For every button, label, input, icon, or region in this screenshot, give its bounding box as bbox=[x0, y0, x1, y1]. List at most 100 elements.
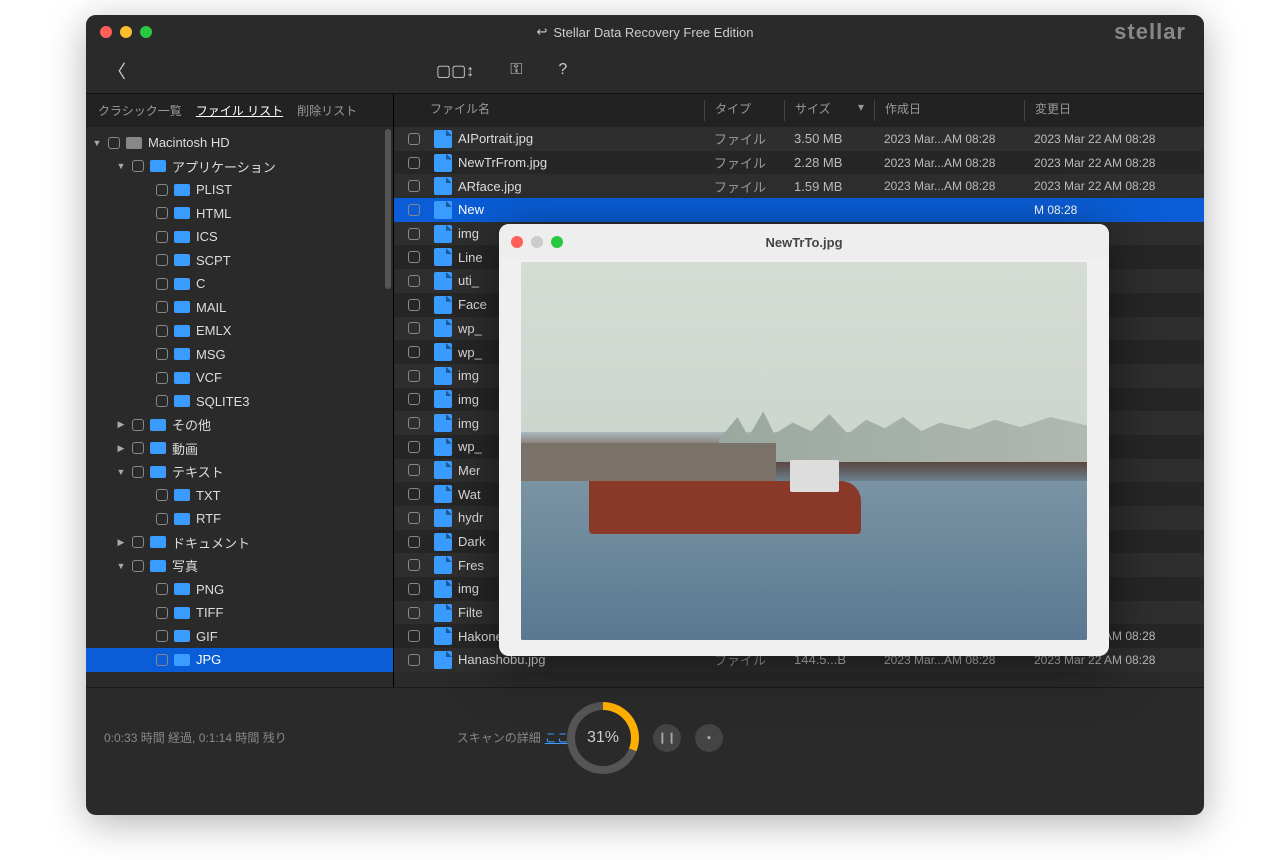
pause-button[interactable]: ❙❙ bbox=[653, 724, 681, 752]
col-type[interactable]: タイプ bbox=[704, 100, 784, 121]
checkbox[interactable] bbox=[408, 512, 420, 524]
close-icon[interactable] bbox=[511, 236, 523, 248]
checkbox[interactable] bbox=[408, 630, 420, 642]
file-row[interactable]: NewTrFrom.jpgファイル2.28 MB2023 Mar...AM 08… bbox=[394, 151, 1204, 175]
tree-node[interactable]: TXT bbox=[86, 484, 393, 508]
tree-node[interactable]: ▼Macintosh HD bbox=[86, 131, 393, 155]
tree-node[interactable]: RTF bbox=[86, 507, 393, 531]
checkbox[interactable] bbox=[156, 583, 168, 595]
tree-node[interactable]: JPG bbox=[86, 648, 393, 672]
checkbox[interactable] bbox=[408, 228, 420, 240]
checkbox[interactable] bbox=[408, 536, 420, 548]
checkbox[interactable] bbox=[156, 325, 168, 337]
checkbox[interactable] bbox=[156, 231, 168, 243]
back-button[interactable]: 〈 bbox=[108, 58, 126, 84]
checkbox[interactable] bbox=[156, 607, 168, 619]
file-row[interactable]: NewM 08:28 bbox=[394, 198, 1204, 222]
checkbox[interactable] bbox=[156, 489, 168, 501]
checkbox[interactable] bbox=[408, 251, 420, 263]
checkbox[interactable] bbox=[408, 393, 420, 405]
grid-view-icon[interactable]: ▢▢↕ bbox=[436, 61, 474, 81]
col-size[interactable]: サイズ▾ bbox=[784, 100, 874, 121]
tab-deleted[interactable]: 削除リスト bbox=[297, 102, 357, 119]
tree-node[interactable]: SCPT bbox=[86, 249, 393, 273]
scrollbar[interactable] bbox=[385, 129, 391, 289]
checkbox[interactable] bbox=[408, 157, 420, 169]
checkbox[interactable] bbox=[408, 275, 420, 287]
tree-node[interactable]: MAIL bbox=[86, 296, 393, 320]
checkbox[interactable] bbox=[156, 513, 168, 525]
tree-node[interactable]: ▼テキスト bbox=[86, 460, 393, 484]
checkbox[interactable] bbox=[132, 419, 144, 431]
tree-node[interactable]: HTML bbox=[86, 202, 393, 226]
maximize-icon[interactable] bbox=[551, 236, 563, 248]
checkbox[interactable] bbox=[156, 207, 168, 219]
tree-node[interactable]: ▶ドキュメント bbox=[86, 531, 393, 555]
checkbox[interactable] bbox=[132, 442, 144, 454]
checkbox[interactable] bbox=[156, 184, 168, 196]
tree-node[interactable]: C bbox=[86, 272, 393, 296]
checkbox[interactable] bbox=[156, 372, 168, 384]
checkbox[interactable] bbox=[156, 348, 168, 360]
stop-button[interactable]: ▪ bbox=[695, 724, 723, 752]
checkbox[interactable] bbox=[408, 464, 420, 476]
minimize-icon[interactable] bbox=[531, 236, 543, 248]
file-row[interactable]: ARface.jpgファイル1.59 MB2023 Mar...AM 08:28… bbox=[394, 174, 1204, 198]
tab-file-list[interactable]: ファイル リスト bbox=[196, 102, 283, 119]
checkbox[interactable] bbox=[408, 417, 420, 429]
disclosure-icon[interactable]: ▶ bbox=[116, 419, 126, 430]
tree-node[interactable]: ▼写真 bbox=[86, 554, 393, 578]
tree-node[interactable]: TIFF bbox=[86, 601, 393, 625]
tree-node[interactable]: ▶その他 bbox=[86, 413, 393, 437]
checkbox[interactable] bbox=[408, 441, 420, 453]
checkbox[interactable] bbox=[408, 559, 420, 571]
tree-node[interactable]: PLIST bbox=[86, 178, 393, 202]
tree-node[interactable]: SQLITE3 bbox=[86, 390, 393, 414]
help-icon[interactable]: ? bbox=[558, 61, 567, 81]
preview-window[interactable]: NewTrTo.jpg bbox=[499, 224, 1109, 656]
disclosure-icon[interactable]: ▶ bbox=[116, 537, 126, 548]
checkbox[interactable] bbox=[156, 301, 168, 313]
checkbox[interactable] bbox=[156, 395, 168, 407]
minimize-icon[interactable] bbox=[120, 26, 132, 38]
checkbox[interactable] bbox=[156, 278, 168, 290]
disclosure-icon[interactable]: ▶ bbox=[116, 443, 126, 454]
disclosure-icon[interactable]: ▼ bbox=[116, 161, 126, 171]
disclosure-icon[interactable]: ▼ bbox=[92, 138, 102, 148]
col-name[interactable]: ファイル名 bbox=[394, 100, 704, 121]
checkbox[interactable] bbox=[132, 536, 144, 548]
disclosure-icon[interactable]: ▼ bbox=[116, 467, 126, 477]
checkbox[interactable] bbox=[408, 204, 420, 216]
checkbox[interactable] bbox=[408, 607, 420, 619]
tree-node[interactable]: MSG bbox=[86, 343, 393, 367]
close-icon[interactable] bbox=[100, 26, 112, 38]
checkbox[interactable] bbox=[132, 466, 144, 478]
tree-node[interactable]: ▼アプリケーション bbox=[86, 155, 393, 179]
checkbox[interactable] bbox=[108, 137, 120, 149]
checkbox[interactable] bbox=[132, 560, 144, 572]
disclosure-icon[interactable]: ▼ bbox=[116, 561, 126, 571]
checkbox[interactable] bbox=[156, 654, 168, 666]
tab-classic[interactable]: クラシック一覧 bbox=[98, 102, 182, 119]
checkbox[interactable] bbox=[408, 346, 420, 358]
tree-node[interactable]: VCF bbox=[86, 366, 393, 390]
col-modified[interactable]: 変更日 bbox=[1024, 100, 1204, 121]
tree-node[interactable]: ▶動画 bbox=[86, 437, 393, 461]
key-icon[interactable]: ⚿ bbox=[510, 61, 522, 81]
file-row[interactable]: AIPortrait.jpgファイル3.50 MB2023 Mar...AM 0… bbox=[394, 127, 1204, 151]
checkbox[interactable] bbox=[156, 254, 168, 266]
tree-node[interactable]: PNG bbox=[86, 578, 393, 602]
maximize-icon[interactable] bbox=[140, 26, 152, 38]
checkbox[interactable] bbox=[408, 299, 420, 311]
checkbox[interactable] bbox=[132, 160, 144, 172]
checkbox[interactable] bbox=[408, 654, 420, 666]
checkbox[interactable] bbox=[408, 370, 420, 382]
col-created[interactable]: 作成日 bbox=[874, 100, 1024, 121]
checkbox[interactable] bbox=[408, 133, 420, 145]
checkbox[interactable] bbox=[408, 583, 420, 595]
checkbox[interactable] bbox=[156, 630, 168, 642]
tree-node[interactable]: GIF bbox=[86, 625, 393, 649]
tree-node[interactable]: ICS bbox=[86, 225, 393, 249]
tree-node[interactable]: EMLX bbox=[86, 319, 393, 343]
checkbox[interactable] bbox=[408, 322, 420, 334]
